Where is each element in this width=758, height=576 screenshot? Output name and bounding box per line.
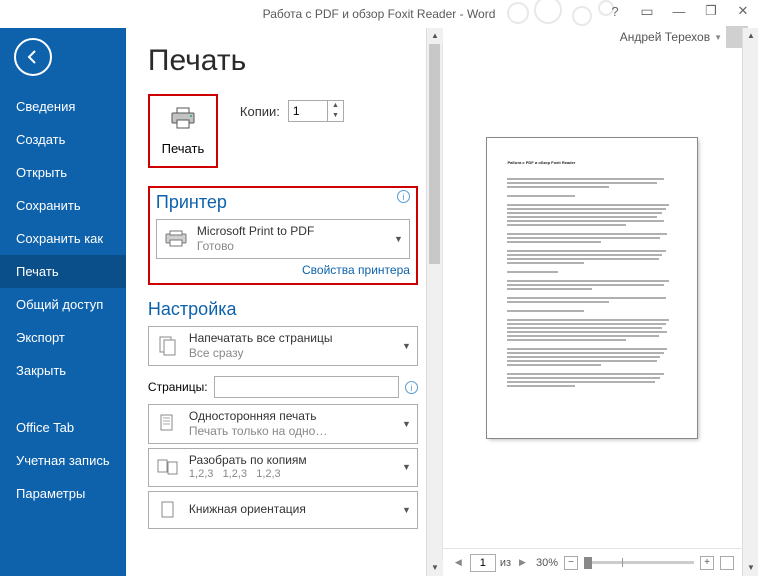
chevron-down-icon: ▼ xyxy=(402,419,411,429)
help-button[interactable]: ? xyxy=(604,2,626,20)
printer-device-icon xyxy=(163,226,189,252)
sidebar-item-print[interactable]: Печать xyxy=(0,255,126,288)
chevron-down-icon: ▼ xyxy=(394,234,403,244)
prev-page-button[interactable]: ◀ xyxy=(451,555,466,570)
sidebar-item-close[interactable]: Закрыть xyxy=(0,354,126,387)
sidebar-item-options[interactable]: Параметры xyxy=(0,477,126,510)
copies-up[interactable]: ▲ xyxy=(328,101,343,111)
sides-label: Односторонняя печать xyxy=(189,409,394,424)
print-range-label: Напечатать все страницы xyxy=(189,331,394,346)
pages-label: Страницы: xyxy=(148,380,208,394)
printer-dropdown[interactable]: Microsoft Print to PDF Готово ▼ xyxy=(156,219,410,259)
sidebar-item-saveas[interactable]: Сохранить как xyxy=(0,222,126,255)
sidebar-item-officetab[interactable]: Office Tab xyxy=(0,411,126,444)
portrait-icon xyxy=(155,497,181,523)
minimize-button[interactable]: — xyxy=(668,2,690,20)
collate-label: Разобрать по копиям xyxy=(189,453,394,468)
chevron-down-icon: ▼ xyxy=(402,462,411,472)
sides-dropdown[interactable]: Односторонняя печать Печать только на од… xyxy=(148,404,418,444)
close-button[interactable]: ✕ xyxy=(732,2,754,20)
sidebar-item-account[interactable]: Учетная запись xyxy=(0,444,126,477)
zoom-label: 30% xyxy=(536,557,558,569)
sidebar-item-export[interactable]: Экспорт xyxy=(0,321,126,354)
pages-input[interactable] xyxy=(214,376,399,398)
preview-doc-title: Работа с PDF и обзор Foxit Reader xyxy=(507,160,677,165)
print-range-dropdown[interactable]: Напечатать все страницы Все сразу ▼ xyxy=(148,326,418,366)
printer-section-title: Принтер xyxy=(156,192,410,213)
sidebar-item-open[interactable]: Открыть xyxy=(0,156,126,189)
preview-scrollbar[interactable]: ▲ ▼ xyxy=(742,28,758,576)
window-title: Работа с PDF и обзор Foxit Reader - Word xyxy=(263,7,496,21)
settings-section-title: Настройка xyxy=(148,299,418,320)
collate-icon xyxy=(155,454,181,480)
preview-area: Работа с PDF и обзор Foxit Reader xyxy=(443,28,742,548)
sidebar-item-info[interactable]: Сведения xyxy=(0,90,126,123)
chevron-down-icon: ▼ xyxy=(402,505,411,515)
printer-section: i Принтер Microsoft Print to PDF Готово … xyxy=(148,186,418,285)
collate-dropdown[interactable]: Разобрать по копиям 1,2,3 1,2,3 1,2,3 ▼ xyxy=(148,448,418,487)
page-title: Печать xyxy=(148,44,418,78)
copies-spinner[interactable]: ▲▼ xyxy=(288,100,344,122)
page-of-label: из xyxy=(500,557,511,569)
sidebar-item-new[interactable]: Создать xyxy=(0,123,126,156)
sides-sub: Печать только на одно… xyxy=(189,424,394,439)
printer-properties-link[interactable]: Свойства принтера xyxy=(156,263,410,277)
backstage-sidebar: Сведения Создать Открыть Сохранить Сохра… xyxy=(0,28,126,576)
title-bar: Работа с PDF и обзор Foxit Reader - Word… xyxy=(0,0,758,28)
restore-button[interactable]: ❐ xyxy=(700,2,722,20)
zoom-slider-track[interactable] xyxy=(584,561,694,564)
orientation-label: Книжная ориентация xyxy=(189,502,394,517)
ribbon-display-button[interactable]: ▭ xyxy=(636,2,658,20)
printer-icon xyxy=(170,107,196,135)
sidebar-item-save[interactable]: Сохранить xyxy=(0,189,126,222)
zoom-in-button[interactable]: + xyxy=(700,556,714,570)
print-button[interactable]: Печать xyxy=(148,94,218,168)
printer-info-icon[interactable]: i xyxy=(397,190,410,203)
next-page-button[interactable]: ▶ xyxy=(515,555,530,570)
zoom-out-button[interactable]: − xyxy=(564,556,578,570)
pages-info-icon[interactable]: i xyxy=(405,381,418,394)
current-page-input[interactable] xyxy=(470,554,496,572)
copies-input[interactable] xyxy=(289,102,327,120)
scrollbar-thumb[interactable] xyxy=(429,44,440,264)
scroll-down-icon[interactable]: ▼ xyxy=(427,560,443,576)
printer-status: Готово xyxy=(197,239,386,254)
scroll-up-icon[interactable]: ▲ xyxy=(427,28,443,44)
print-settings-column: Печать Печать Копии: ▲▼ i xyxy=(126,28,426,576)
back-button[interactable] xyxy=(14,38,52,76)
settings-scrollbar[interactable]: ▲ ▼ xyxy=(426,28,442,576)
zoom-fit-button[interactable] xyxy=(720,556,734,570)
print-range-sub: Все сразу xyxy=(189,346,394,361)
print-button-label: Печать xyxy=(162,141,205,156)
copies-label: Копии: xyxy=(240,104,280,119)
zoom-slider-handle[interactable] xyxy=(584,557,592,569)
scroll-up-icon[interactable]: ▲ xyxy=(743,28,758,44)
printer-name: Microsoft Print to PDF xyxy=(197,224,386,239)
sidebar-item-share[interactable]: Общий доступ xyxy=(0,288,126,321)
scroll-down-icon[interactable]: ▼ xyxy=(743,560,758,576)
copies-down[interactable]: ▼ xyxy=(328,111,343,121)
page-preview: Работа с PDF и обзор Foxit Reader xyxy=(487,138,697,438)
chevron-down-icon: ▼ xyxy=(402,341,411,351)
preview-controls: ◀ из ▶ 30% − + xyxy=(443,548,742,576)
preview-column: Работа с PDF и обзор Foxit Reader xyxy=(442,28,742,576)
one-sided-icon xyxy=(155,411,181,437)
pages-icon xyxy=(155,333,181,359)
orientation-dropdown[interactable]: Книжная ориентация ▼ xyxy=(148,491,418,529)
